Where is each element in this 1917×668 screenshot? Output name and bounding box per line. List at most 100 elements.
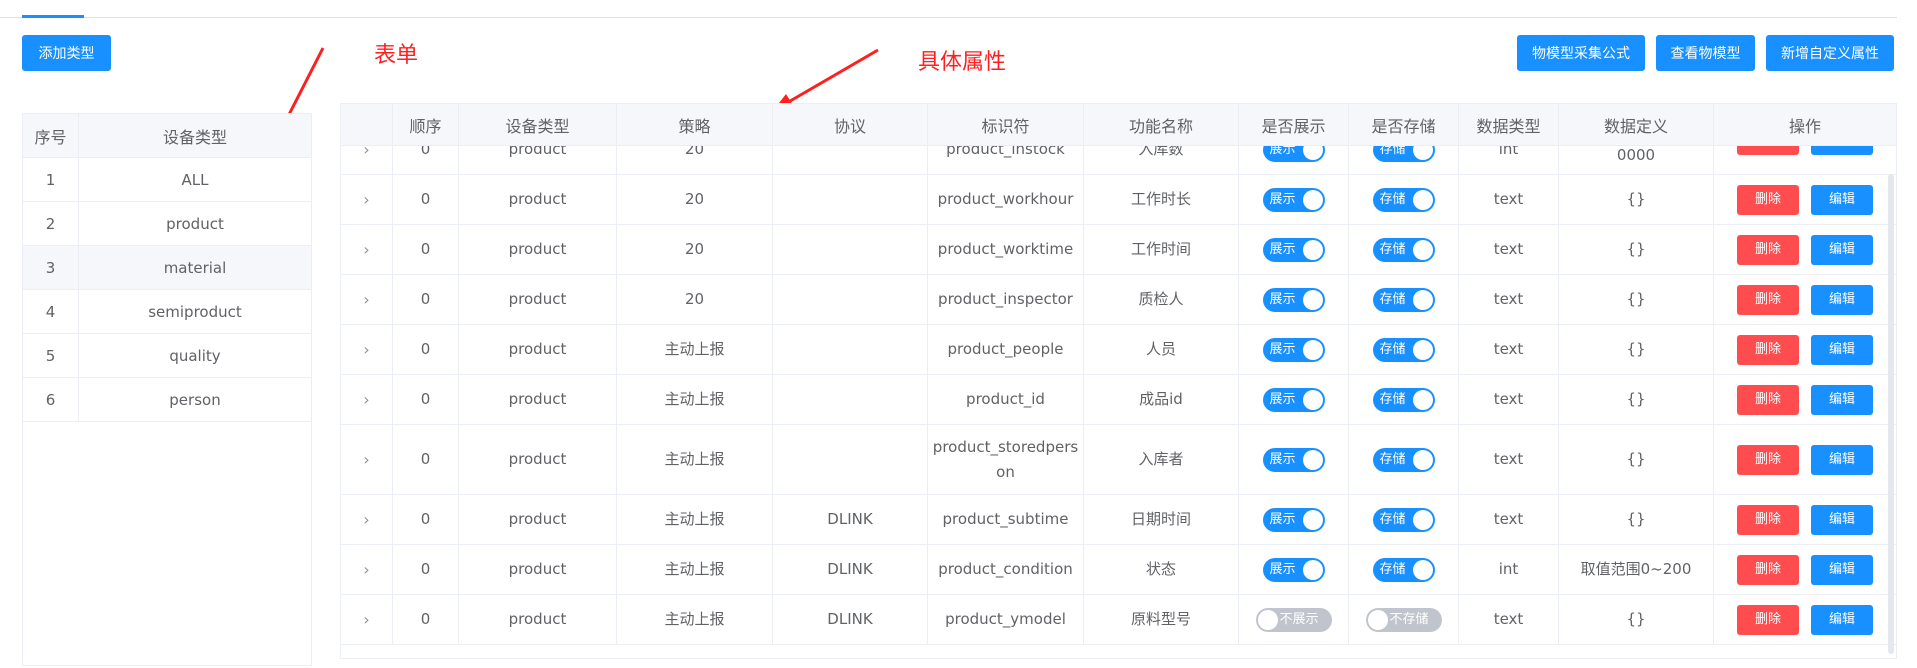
attribute-table-body: › 0 product 20 product_instock 入库数 展示 存储 int 0000… [341, 125, 1896, 645]
show-toggle-label: 展示 [1269, 452, 1296, 467]
header-show: 是否展示 [1239, 104, 1349, 146]
show-toggle[interactable]: 展示 [1262, 187, 1325, 212]
edit-button[interactable]: 编辑 [1811, 504, 1873, 535]
delete-button[interactable]: 删除 [1737, 604, 1799, 635]
cell-store: 存储 [1349, 495, 1459, 544]
cell-show: 不展示 [1239, 595, 1349, 644]
cell-order: 0 [393, 595, 459, 644]
delete-button[interactable]: 删除 [1737, 384, 1799, 415]
toggle-knob [1302, 289, 1323, 310]
cell-protocol [773, 275, 928, 324]
cell-show: 展示 [1239, 495, 1349, 544]
delete-button[interactable]: 删除 [1737, 284, 1799, 315]
edit-button[interactable]: 编辑 [1811, 554, 1873, 585]
edit-button[interactable]: 编辑 [1811, 604, 1873, 635]
toggle-knob [1412, 339, 1433, 360]
store-toggle[interactable]: 存储 [1372, 387, 1435, 412]
table-scrollbar[interactable] [1888, 174, 1894, 654]
cell-show: 展示 [1239, 375, 1349, 424]
cell-actions: 删除编辑 [1714, 545, 1896, 594]
device-type-row[interactable]: 6 person [23, 378, 311, 422]
cell-protocol [773, 175, 928, 224]
cell-identifier: product_ymodel [928, 595, 1084, 644]
show-toggle[interactable]: 展示 [1262, 287, 1325, 312]
expand-chevron-icon[interactable]: › [341, 275, 393, 324]
header-data-definition: 数据定义 [1559, 104, 1714, 146]
delete-button[interactable]: 删除 [1737, 444, 1799, 475]
cell-identifier: product_subtime [928, 495, 1084, 544]
header-device-type: 设备类型 [459, 104, 617, 146]
toggle-knob [1412, 189, 1433, 210]
edit-button[interactable]: 编辑 [1811, 184, 1873, 215]
delete-button[interactable]: 删除 [1737, 334, 1799, 365]
store-toggle[interactable]: 存储 [1372, 557, 1435, 582]
expand-chevron-icon[interactable]: › [341, 175, 393, 224]
expand-chevron-icon[interactable]: › [341, 595, 393, 644]
cell-data-type: text [1459, 175, 1559, 224]
cell-show: 展示 [1239, 175, 1349, 224]
cell-protocol: DLINK [773, 545, 928, 594]
store-toggle[interactable]: 不存储 [1365, 607, 1442, 632]
store-toggle[interactable]: 存储 [1372, 447, 1435, 472]
expand-chevron-icon[interactable]: › [341, 495, 393, 544]
edit-button[interactable]: 编辑 [1811, 284, 1873, 315]
attribute-row: › 0 product 主动上报 product_storedperson 入库者 展示 存储… [341, 425, 1896, 495]
device-type-row[interactable]: 4 semiproduct [23, 290, 311, 334]
store-toggle-label: 存储 [1379, 452, 1406, 467]
show-toggle[interactable]: 展示 [1262, 507, 1325, 532]
cell-data-type: text [1459, 595, 1559, 644]
expand-chevron-icon[interactable]: › [341, 375, 393, 424]
cell-data-definition: 取值范围0~200 [1559, 545, 1714, 594]
edit-button[interactable]: 编辑 [1811, 334, 1873, 365]
cell-device-type: product [459, 225, 617, 274]
cell-data-definition: {} [1559, 325, 1714, 374]
store-toggle[interactable]: 存储 [1372, 507, 1435, 532]
expand-chevron-icon[interactable]: › [341, 325, 393, 374]
cell-data-definition: {} [1559, 225, 1714, 274]
cell-data-type: text [1459, 495, 1559, 544]
toggle-knob [1302, 239, 1323, 260]
show-toggle-label: 展示 [1269, 242, 1296, 257]
cell-policy: 20 [617, 175, 773, 224]
toggle-knob [1302, 389, 1323, 410]
device-type-row[interactable]: 1 ALL [23, 158, 311, 202]
show-toggle[interactable]: 展示 [1262, 337, 1325, 362]
cell-store: 存储 [1349, 175, 1459, 224]
toggle-knob [1412, 509, 1433, 530]
store-toggle[interactable]: 存储 [1372, 287, 1435, 312]
show-toggle[interactable]: 展示 [1262, 557, 1325, 582]
device-type-row[interactable]: 3 material [23, 246, 311, 290]
cell-order: 0 [393, 325, 459, 374]
expand-chevron-icon[interactable]: › [341, 425, 393, 494]
expand-chevron-icon[interactable]: › [341, 225, 393, 274]
show-toggle[interactable]: 展示 [1262, 447, 1325, 472]
delete-button[interactable]: 删除 [1737, 184, 1799, 215]
toggle-knob [1412, 389, 1433, 410]
header-protocol: 协议 [773, 104, 928, 146]
cell-store: 存储 [1349, 275, 1459, 324]
show-toggle[interactable]: 不展示 [1255, 607, 1332, 632]
show-toggle[interactable]: 展示 [1262, 237, 1325, 262]
cell-actions: 删除编辑 [1714, 425, 1896, 494]
edit-button[interactable]: 编辑 [1811, 234, 1873, 265]
edit-button[interactable]: 编辑 [1811, 444, 1873, 475]
store-toggle[interactable]: 存储 [1372, 337, 1435, 362]
row-index: 3 [23, 246, 79, 289]
store-toggle-label: 存储 [1379, 392, 1406, 407]
expand-chevron-icon[interactable]: › [341, 545, 393, 594]
cell-data-type: int [1459, 545, 1559, 594]
delete-button[interactable]: 删除 [1737, 504, 1799, 535]
device-type-row[interactable]: 5 quality [23, 334, 311, 378]
edit-button[interactable]: 编辑 [1811, 384, 1873, 415]
store-toggle[interactable]: 存储 [1372, 237, 1435, 262]
cell-function-name: 原料型号 [1084, 595, 1239, 644]
cell-identifier: product_worktime [928, 225, 1084, 274]
device-type-row[interactable]: 2 product [23, 202, 311, 246]
store-toggle[interactable]: 存储 [1372, 187, 1435, 212]
cell-protocol: DLINK [773, 595, 928, 644]
store-toggle-label: 存储 [1379, 342, 1406, 357]
cell-device-type: product [459, 595, 617, 644]
show-toggle[interactable]: 展示 [1262, 387, 1325, 412]
delete-button[interactable]: 删除 [1737, 554, 1799, 585]
delete-button[interactable]: 删除 [1737, 234, 1799, 265]
